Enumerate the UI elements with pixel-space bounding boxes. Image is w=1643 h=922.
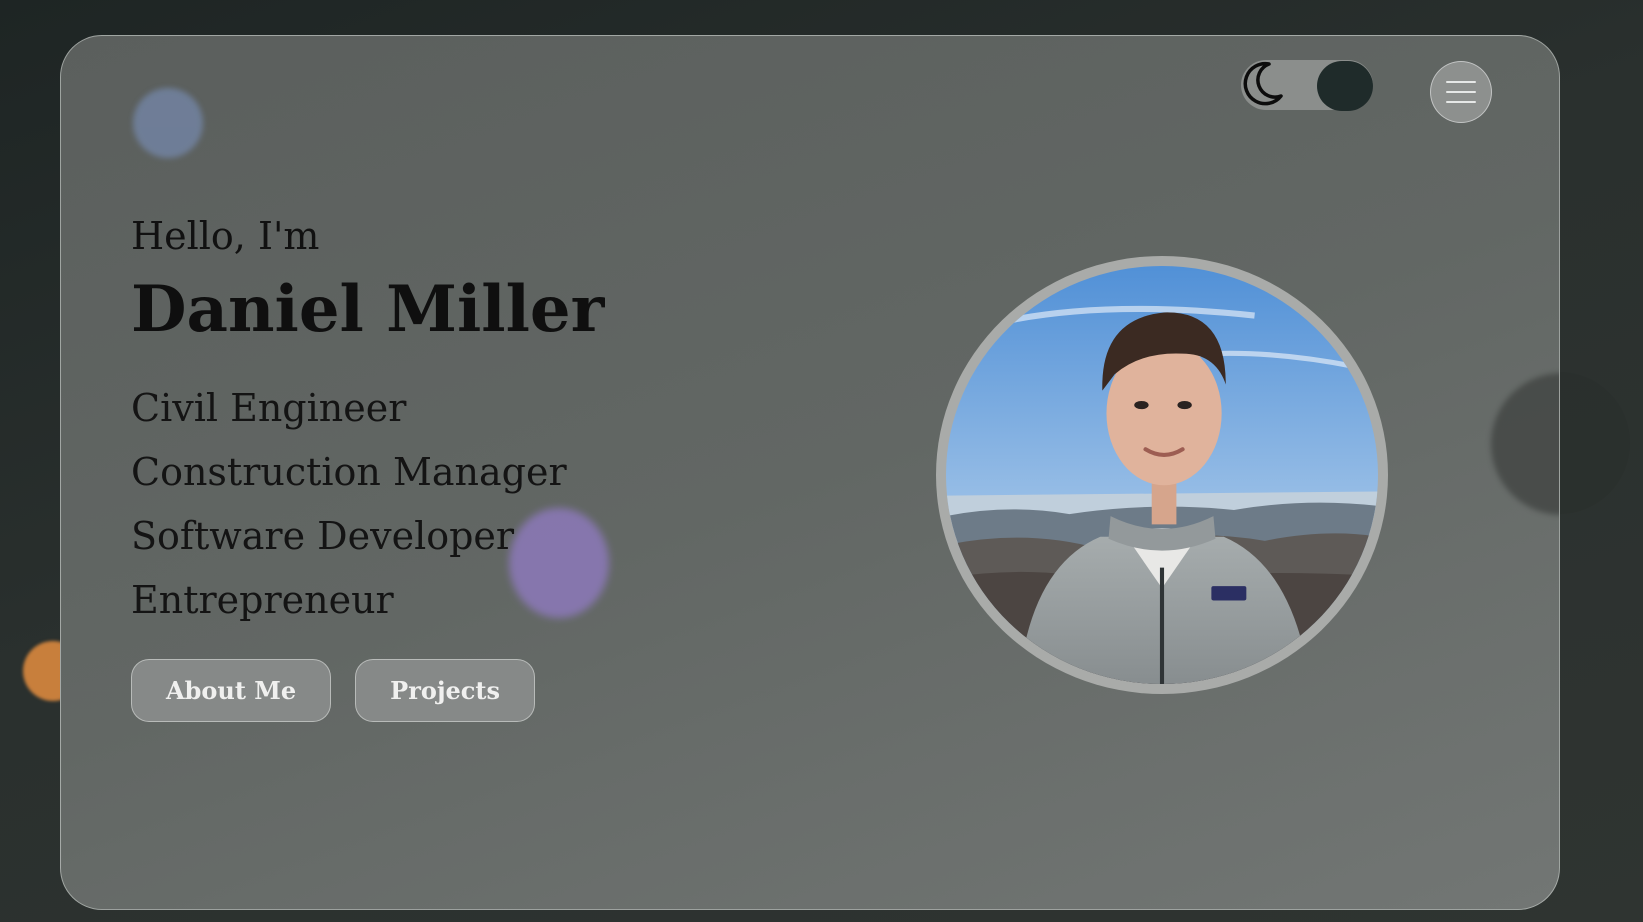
profile-photo-image	[946, 266, 1378, 684]
moon-icon	[1243, 61, 1283, 106]
about-me-button[interactable]: About Me	[131, 659, 332, 722]
person-name: Daniel Miller	[131, 272, 605, 347]
role-item: Civil Engineer	[131, 386, 407, 430]
profile-photo	[936, 256, 1388, 694]
projects-button[interactable]: Projects	[355, 659, 536, 722]
decorative-blue-blob	[133, 88, 203, 158]
role-item: Entrepreneur	[131, 578, 394, 622]
hamburger-menu-icon	[1446, 81, 1476, 83]
hero-card: Hello, I'm Daniel Miller Civil Engineer …	[60, 35, 1560, 910]
theme-toggle-knob[interactable]	[1317, 61, 1373, 111]
decorative-dark-blob	[1555, 372, 1630, 514]
role-list: Civil Engineer Construction Manager Soft…	[131, 376, 567, 632]
decorative-dark-blob-inner	[1491, 373, 1559, 515]
role-item: Software Developer	[131, 514, 515, 558]
role-item: Construction Manager	[131, 450, 567, 494]
hero-buttons: About Me Projects	[131, 659, 536, 722]
hamburger-menu-button[interactable]	[1430, 61, 1492, 123]
greeting-text: Hello, I'm	[131, 214, 320, 258]
